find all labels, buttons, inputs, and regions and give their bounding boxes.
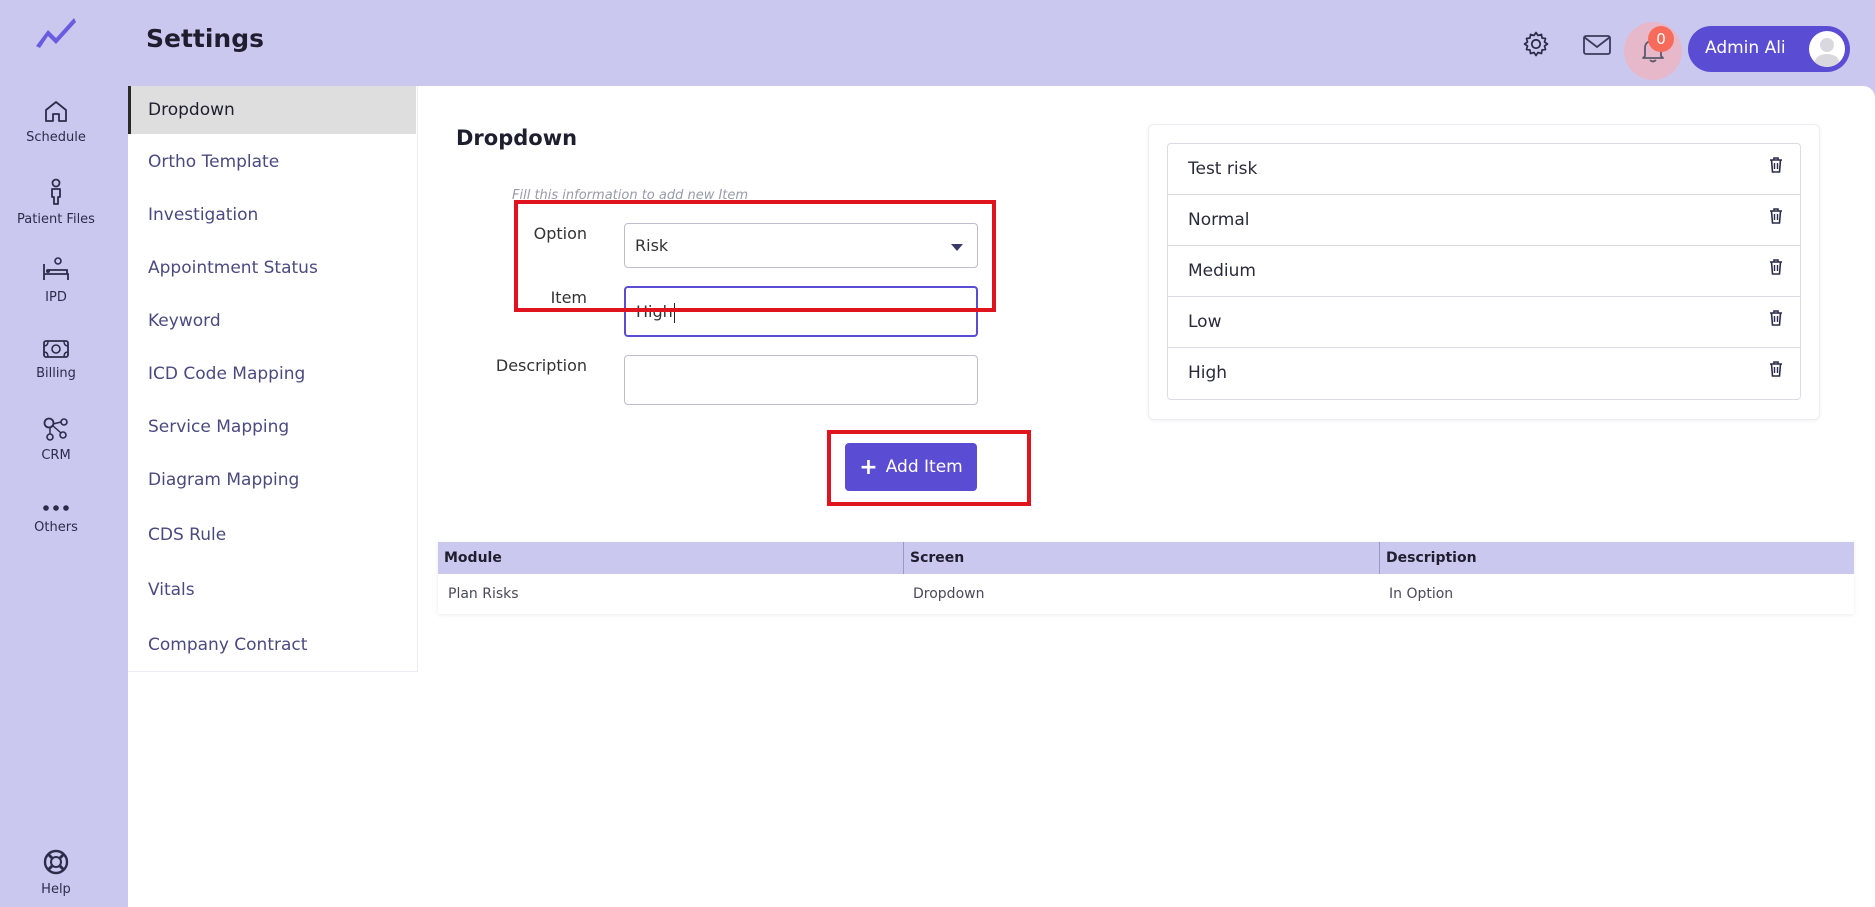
- settings-nav-item-ortho-template[interactable]: Ortho Template: [128, 138, 416, 186]
- table-row[interactable]: Plan Risks Dropdown In Option: [438, 574, 1854, 614]
- section-title: Dropdown: [456, 126, 578, 150]
- rail-label: Patient Files: [17, 212, 95, 227]
- list-item-label: Normal: [1188, 210, 1250, 230]
- rail-item-billing[interactable]: Billing: [0, 338, 112, 381]
- notification-badge: 0: [1648, 26, 1674, 52]
- settings-nav-item-keyword[interactable]: Keyword: [128, 297, 416, 345]
- logo-icon[interactable]: [32, 12, 80, 52]
- settings-nav-item-investigation[interactable]: Investigation: [128, 191, 416, 239]
- list-item-label: Low: [1188, 312, 1222, 332]
- settings-nav-item-appointment-status[interactable]: Appointment Status: [128, 244, 416, 292]
- table-header: Module Screen Description: [438, 542, 1854, 574]
- rail-item-ipd[interactable]: IPD: [0, 256, 112, 305]
- trash-icon[interactable]: [1768, 309, 1784, 327]
- settings-nav-item-cds-rule[interactable]: CDS Rule: [128, 511, 416, 559]
- column-header-description: Description: [1379, 542, 1854, 574]
- rail-label: Billing: [36, 366, 76, 381]
- list-item: High: [1168, 348, 1800, 399]
- bed-icon: [43, 257, 69, 280]
- plus-icon: +: [859, 454, 878, 480]
- rail-label: IPD: [45, 290, 67, 305]
- settings-nav-item-dropdown[interactable]: Dropdown: [128, 86, 416, 134]
- items-card: Test risk Normal Medium Low High: [1148, 124, 1820, 420]
- page-title: Settings: [146, 24, 265, 53]
- settings-nav-item-company-contract[interactable]: Company Contract: [128, 621, 416, 669]
- gear-icon[interactable]: [1522, 30, 1550, 58]
- mapping-table: Module Screen Description Plan Risks Dro…: [438, 542, 1854, 614]
- add-item-label: Add Item: [885, 456, 963, 477]
- user-silhouette-icon: [1814, 38, 1840, 67]
- lifebuoy-icon: [43, 849, 69, 875]
- more-icon: [43, 505, 69, 511]
- list-item-label: High: [1188, 363, 1228, 383]
- rail-label: CRM: [41, 448, 71, 463]
- rail-item-schedule[interactable]: Schedule: [0, 98, 112, 145]
- table-cell: Plan Risks: [448, 586, 519, 602]
- home-icon: [45, 101, 67, 122]
- user-name: Admin Ali: [1705, 38, 1786, 58]
- settings-nav-item-vitals[interactable]: Vitals: [128, 566, 416, 614]
- network-icon: [43, 417, 68, 441]
- list-item-label: Test risk: [1188, 159, 1258, 179]
- trash-icon[interactable]: [1768, 207, 1784, 225]
- rail-item-crm[interactable]: CRM: [0, 416, 112, 463]
- table-cell: In Option: [1389, 586, 1454, 602]
- avatar: [1809, 31, 1845, 67]
- list-item: Medium: [1168, 246, 1800, 297]
- list-item-label: Medium: [1188, 261, 1256, 281]
- money-icon: [43, 340, 69, 358]
- person-icon: [51, 178, 61, 205]
- highlight-box-fields: [514, 200, 996, 312]
- settings-nav-item-service-mapping[interactable]: Service Mapping: [128, 403, 416, 451]
- list-item: Normal: [1168, 195, 1800, 246]
- user-menu[interactable]: Admin Ali: [1688, 26, 1850, 72]
- left-rail: Schedule Patient Files IPD Billing CRM O…: [0, 0, 128, 907]
- rail-item-others[interactable]: Others: [0, 502, 112, 535]
- description-label: Description: [495, 356, 587, 375]
- rail-item-help[interactable]: Help: [0, 848, 112, 897]
- list-item: Test risk: [1168, 144, 1800, 195]
- table-cell: Dropdown: [913, 586, 985, 602]
- rail-item-patient-files[interactable]: Patient Files: [0, 178, 112, 227]
- settings-nav: Dropdown Ortho Template Investigation Ap…: [128, 86, 418, 672]
- rail-label: Others: [34, 520, 78, 535]
- list-item: Low: [1168, 297, 1800, 348]
- rail-label: Schedule: [26, 130, 86, 145]
- trash-icon[interactable]: [1768, 258, 1784, 276]
- column-header-screen: Screen: [903, 542, 1379, 574]
- settings-nav-item-icd-code-mapping[interactable]: ICD Code Mapping: [128, 350, 416, 398]
- trash-icon[interactable]: [1768, 360, 1784, 378]
- settings-nav-item-diagram-mapping[interactable]: Diagram Mapping: [128, 456, 416, 504]
- items-list: Test risk Normal Medium Low High: [1167, 143, 1801, 400]
- main-panel: Dropdown Ortho Template Investigation Ap…: [128, 86, 1875, 907]
- column-header-module: Module: [444, 550, 502, 566]
- add-item-button[interactable]: + Add Item: [845, 443, 977, 491]
- description-input[interactable]: [624, 355, 978, 405]
- mail-icon[interactable]: [1582, 34, 1612, 56]
- help-label: Help: [41, 882, 71, 897]
- trash-icon[interactable]: [1768, 156, 1784, 174]
